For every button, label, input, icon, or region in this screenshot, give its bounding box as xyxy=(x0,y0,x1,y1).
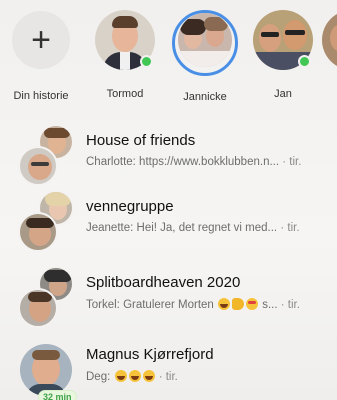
chat-title: House of friends xyxy=(86,132,196,149)
avatar xyxy=(178,13,232,67)
story-add[interactable]: + Din historie xyxy=(4,10,78,102)
thumbs-up-emoji-icon xyxy=(232,298,245,310)
story-label: Tormod xyxy=(106,88,144,100)
chat-preview-text: Jeanette: Hei! Ja, det regnet vi med... xyxy=(86,222,278,234)
grinning-emoji-icon xyxy=(218,298,231,310)
chat-preview: Charlotte: https://www.bokklubben.n... ·… xyxy=(86,156,337,168)
chat-time: · tir. xyxy=(280,222,300,234)
chat-time: · tir. xyxy=(280,299,300,311)
online-indicator xyxy=(298,55,311,68)
story-label: Jannicke xyxy=(183,91,227,103)
laughing-emoji-icon xyxy=(128,370,141,382)
chat-preview: Jeanette: Hei! Ja, det regnet vi med... … xyxy=(86,222,337,234)
plus-icon[interactable]: + xyxy=(12,11,70,69)
story-label: Jan xyxy=(274,88,292,100)
active-time-badge: 32 min xyxy=(38,390,77,400)
group-avatar xyxy=(18,124,78,188)
screen: + Din historie Tormod Jannicke Jan House… xyxy=(0,0,337,400)
chat-preview-text: Charlotte: https://www.bokklubben.n... xyxy=(86,156,280,168)
chat-title: Magnus Kjørrefjord xyxy=(86,346,214,363)
online-indicator xyxy=(140,55,153,68)
heart-eyes-emoji-icon xyxy=(246,298,259,310)
stories-row: + Din historie Tormod Jannicke Jan xyxy=(0,10,337,105)
chat-title: Splitboardheaven 2020 xyxy=(86,274,241,291)
chat-preview-text: Torkel: Gratulerer Morten xyxy=(86,299,214,311)
chat-time: · tir. xyxy=(158,371,178,383)
chat-preview-tail: s... xyxy=(259,299,278,311)
laughing-emoji-icon xyxy=(142,370,155,382)
chat-row[interactable]: Splitboardheaven 2020 Torkel: Gratulerer… xyxy=(0,266,337,334)
story-partial[interactable] xyxy=(322,10,337,70)
contact-avatar: 32 min xyxy=(18,338,78,400)
story-label: Din historie xyxy=(13,90,69,102)
chat-preview: Torkel: Gratulerer Morten s... · tir. xyxy=(86,298,337,311)
story-jannicke[interactable]: Jannicke xyxy=(168,10,242,103)
group-avatar xyxy=(18,266,78,330)
chat-time: · tir. xyxy=(282,156,302,168)
chat-preview: Deg: · tir. xyxy=(86,370,337,383)
laughing-emoji-icon xyxy=(114,370,127,382)
chat-title: vennegruppe xyxy=(86,198,174,215)
story-tormod[interactable]: Tormod xyxy=(88,10,162,100)
group-avatar xyxy=(18,190,78,254)
chat-preview-text: Deg: xyxy=(86,371,111,383)
chat-row[interactable]: 32 min Magnus Kjørrefjord Deg: · tir. xyxy=(0,338,337,400)
chat-row[interactable]: vennegruppe Jeanette: Hei! Ja, det regne… xyxy=(0,190,337,258)
chat-row[interactable]: House of friends Charlotte: https://www.… xyxy=(0,124,337,192)
story-jan[interactable]: Jan xyxy=(246,10,320,100)
